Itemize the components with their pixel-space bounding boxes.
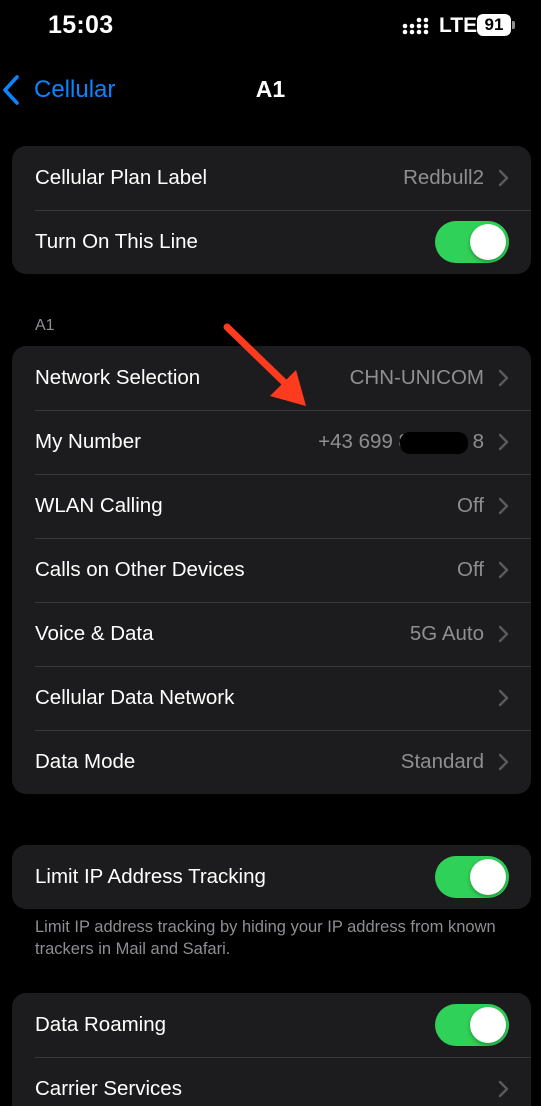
battery-level: 91 (477, 14, 511, 36)
battery-icon: 91 (477, 14, 515, 36)
wlan-calling-row[interactable]: WLAN Calling Off (12, 474, 531, 538)
roaming-group: Data Roaming Carrier Services (12, 993, 531, 1106)
toggle-knob (470, 1007, 506, 1043)
toggle-knob (470, 224, 506, 260)
row-label: My Number (35, 430, 141, 453)
row-value: Off (457, 558, 484, 581)
chevron-right-icon (498, 1080, 509, 1098)
turn-on-line-toggle[interactable] (435, 221, 509, 263)
data-mode-row[interactable]: Data Mode Standard (12, 730, 531, 794)
row-label: Data Mode (35, 750, 136, 773)
cellular-signal-icon (402, 17, 429, 35)
limit-ip-footnote: Limit IP address tracking by hiding your… (35, 918, 496, 958)
network-type: LTE (439, 14, 478, 37)
row-label: Calls on Other Devices (35, 558, 245, 581)
privacy-group: Limit IP Address Tracking (12, 845, 531, 909)
red-arrow-icon (223, 323, 306, 406)
data-roaming-toggle[interactable] (435, 1004, 509, 1046)
turn-on-line-row: Turn On This Line (12, 210, 531, 274)
cellular-plan-label-row[interactable]: Cellular Plan Label Redbull2 (12, 146, 531, 210)
row-label: Cellular Plan Label (35, 166, 208, 189)
chevron-right-icon (498, 369, 509, 387)
limit-ip-tracking-row: Limit IP Address Tracking (12, 845, 531, 909)
chevron-right-icon (498, 625, 509, 643)
voice-and-data-row[interactable]: Voice & Data 5G Auto (12, 602, 531, 666)
status-time: 15:03 (48, 11, 114, 39)
chevron-right-icon (498, 689, 509, 707)
section-header: A1 (35, 317, 55, 334)
row-label: Turn On This Line (35, 230, 198, 253)
row-label: Limit IP Address Tracking (35, 865, 266, 888)
row-value: 5G Auto (409, 622, 484, 645)
screen: 15:03 LTE 91 Cellular A1 Cellular Plan L… (0, 0, 541, 1106)
plan-group: Cellular Plan Label Redbull2 Turn On Thi… (12, 146, 531, 274)
row-label: Cellular Data Network (35, 686, 235, 709)
limit-ip-tracking-toggle[interactable] (435, 856, 509, 898)
chevron-right-icon (498, 169, 509, 187)
chevron-right-icon (498, 433, 509, 451)
calls-on-other-devices-row[interactable]: Calls on Other Devices Off (12, 538, 531, 602)
chevron-right-icon (498, 497, 509, 515)
carrier-services-row[interactable]: Carrier Services (12, 1057, 531, 1106)
row-label: Voice & Data (35, 622, 154, 645)
chevron-right-icon (498, 561, 509, 579)
row-value: Standard (400, 750, 484, 773)
redaction-mark (400, 432, 468, 454)
row-label: WLAN Calling (35, 494, 163, 517)
status-bar: 15:03 LTE 91 (0, 0, 541, 52)
row-label: Data Roaming (35, 1013, 167, 1036)
row-value: Off (457, 494, 484, 517)
row-value: Redbull2 (403, 166, 484, 189)
battery-cap (512, 21, 515, 29)
row-label: Carrier Services (35, 1077, 182, 1100)
page-title: A1 (255, 76, 286, 102)
data-roaming-row: Data Roaming (12, 993, 531, 1057)
chevron-right-icon (498, 753, 509, 771)
row-value: CHN-UNICOM (349, 366, 484, 389)
cellular-data-network-row[interactable]: Cellular Data Network (12, 666, 531, 730)
navigation-bar: Cellular A1 (0, 60, 541, 118)
toggle-knob (470, 859, 506, 895)
